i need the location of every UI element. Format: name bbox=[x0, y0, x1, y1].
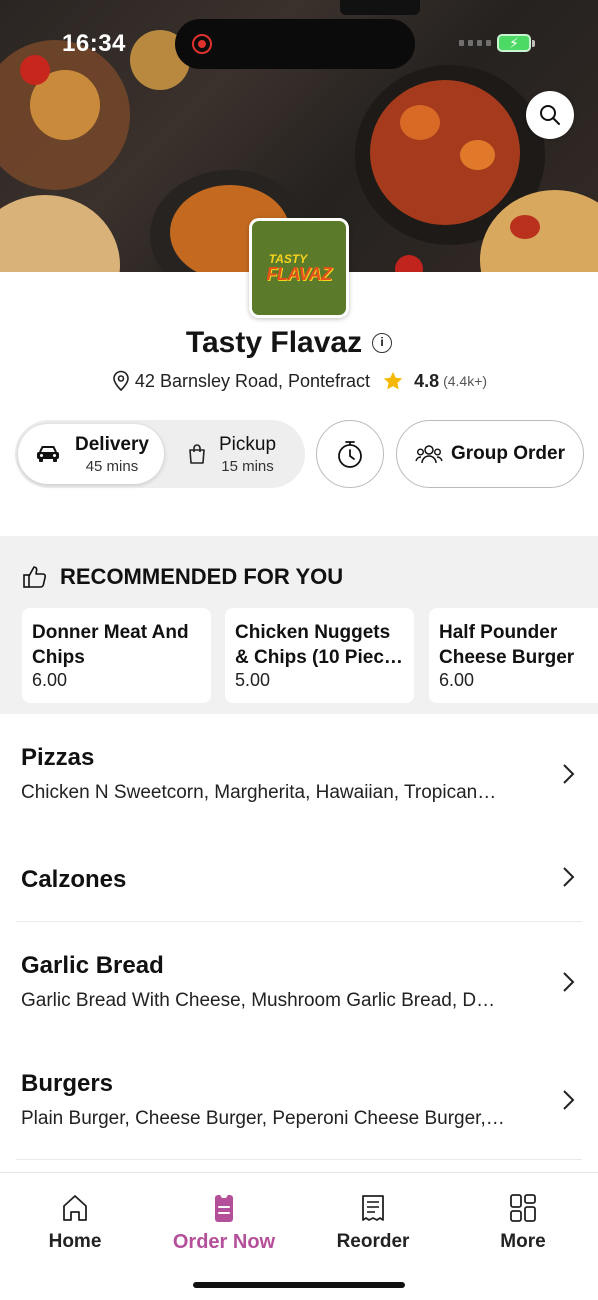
category-title: Pizzas bbox=[21, 744, 95, 771]
tab-reorder[interactable]: Reorder bbox=[298, 1193, 448, 1253]
home-icon bbox=[63, 1195, 87, 1221]
tab-more[interactable]: More bbox=[448, 1193, 598, 1253]
recommended-card[interactable]: Half Pounder Cheese Burger 6.00 bbox=[429, 608, 598, 703]
recommended-item-price: 6.00 bbox=[439, 670, 475, 690]
recommended-section: RECOMMENDED FOR YOU Donner Meat And Chip… bbox=[0, 536, 598, 714]
restaurant-title-row: Tasty Flavaz i bbox=[0, 326, 598, 360]
info-icon[interactable]: i bbox=[372, 333, 393, 353]
category-row-calzones[interactable]: Calzones bbox=[0, 824, 598, 922]
tab-home[interactable]: Home bbox=[0, 1193, 150, 1253]
group-order-label: Group Order bbox=[450, 443, 565, 464]
recommended-header: RECOMMENDED FOR YOU bbox=[22, 564, 343, 590]
recommended-item-name: Donner Meat And Chips bbox=[32, 622, 189, 668]
tab-label: Reorder bbox=[336, 1231, 410, 1252]
star-icon bbox=[383, 371, 403, 390]
category-row-pizzas[interactable]: Pizzas Chicken N Sweetcorn, Margherita, … bbox=[0, 714, 598, 824]
chevron-right-icon bbox=[563, 1090, 575, 1110]
status-time: 16:34 bbox=[62, 30, 126, 57]
car-icon bbox=[37, 446, 59, 462]
category-title: Burgers bbox=[21, 1070, 114, 1097]
recommended-card[interactable]: Chicken Nuggets & Chips (10 Piec… 5.00 bbox=[225, 608, 414, 703]
delivery-time: 45 mins bbox=[85, 457, 139, 475]
tab-label: More bbox=[500, 1231, 546, 1252]
receipt-icon bbox=[362, 1195, 384, 1221]
delivery-option[interactable]: Delivery 45 mins bbox=[18, 424, 164, 484]
review-count: (4.4k+) bbox=[443, 373, 488, 389]
category-items-preview: Plain Burger, Cheese Burger, Peperoni Ch… bbox=[21, 1108, 505, 1129]
bottom-tab-bar: Home Order Now Reorder More bbox=[0, 1172, 598, 1300]
tab-label: Home bbox=[48, 1231, 102, 1252]
category-items-preview: Chicken N Sweetcorn, Margherita, Hawaiia… bbox=[21, 782, 497, 803]
chevron-right-icon bbox=[563, 867, 575, 887]
recommended-item-name: Chicken Nuggets & Chips (10 Piec… bbox=[235, 622, 403, 668]
restaurant-meta: 42 Barnsley Road, Pontefract 4.8 (4.4k+) bbox=[0, 370, 598, 392]
signal-icon bbox=[459, 40, 491, 46]
chevron-right-icon bbox=[563, 764, 575, 784]
pickup-time: 15 mins bbox=[221, 457, 274, 475]
grid-icon bbox=[510, 1194, 536, 1222]
divider bbox=[16, 1159, 582, 1160]
restaurant-logo: TASTY FLAVAZ bbox=[249, 218, 349, 318]
timer-icon bbox=[338, 441, 362, 468]
search-button[interactable] bbox=[526, 91, 574, 139]
shopping-bag-icon bbox=[189, 444, 205, 464]
thumbs-up-icon bbox=[23, 566, 47, 588]
tab-label: Order Now bbox=[172, 1231, 276, 1253]
order-bag-icon bbox=[215, 1195, 233, 1222]
group-icon bbox=[415, 445, 443, 464]
category-title: Calzones bbox=[21, 866, 127, 893]
recommended-item-name: Half Pounder Cheese Burger bbox=[439, 622, 575, 668]
recommended-card[interactable]: Donner Meat And Chips 6.00 bbox=[22, 608, 211, 703]
chevron-right-icon bbox=[563, 972, 575, 992]
pickup-label: Pickup bbox=[219, 433, 277, 455]
recommended-item-price: 5.00 bbox=[235, 670, 271, 690]
pickup-option[interactable]: Pickup 15 mins bbox=[175, 424, 303, 484]
dynamic-island bbox=[175, 19, 415, 69]
rating-value: 4.8 bbox=[414, 370, 440, 391]
battery-charging-icon: ⚡ bbox=[497, 34, 535, 52]
category-items-preview: Garlic Bread With Cheese, Mushroom Garli… bbox=[21, 990, 496, 1011]
category-row-burgers[interactable]: Burgers Plain Burger, Cheese Burger, Pep… bbox=[0, 1040, 598, 1160]
group-order-button[interactable]: Group Order bbox=[396, 420, 584, 488]
recommended-title: RECOMMENDED FOR YOU bbox=[60, 564, 344, 589]
category-title: Garlic Bread bbox=[21, 952, 164, 979]
recording-icon bbox=[192, 34, 212, 54]
search-icon bbox=[540, 105, 560, 125]
tab-order-now[interactable]: Order Now bbox=[149, 1193, 299, 1254]
category-row-garlic-bread[interactable]: Garlic Bread Garlic Bread With Cheese, M… bbox=[0, 922, 598, 1040]
order-mode-toggle: Delivery 45 mins Pickup 15 mins bbox=[15, 420, 305, 488]
location-pin-icon bbox=[113, 370, 129, 392]
recommended-item-price: 6.00 bbox=[32, 670, 68, 690]
home-indicator bbox=[193, 1282, 405, 1288]
restaurant-name: Tasty Flavaz bbox=[185, 326, 363, 359]
schedule-button[interactable] bbox=[316, 420, 384, 488]
restaurant-address: 42 Barnsley Road, Pontefract bbox=[134, 370, 371, 391]
delivery-label: Delivery bbox=[75, 433, 149, 455]
